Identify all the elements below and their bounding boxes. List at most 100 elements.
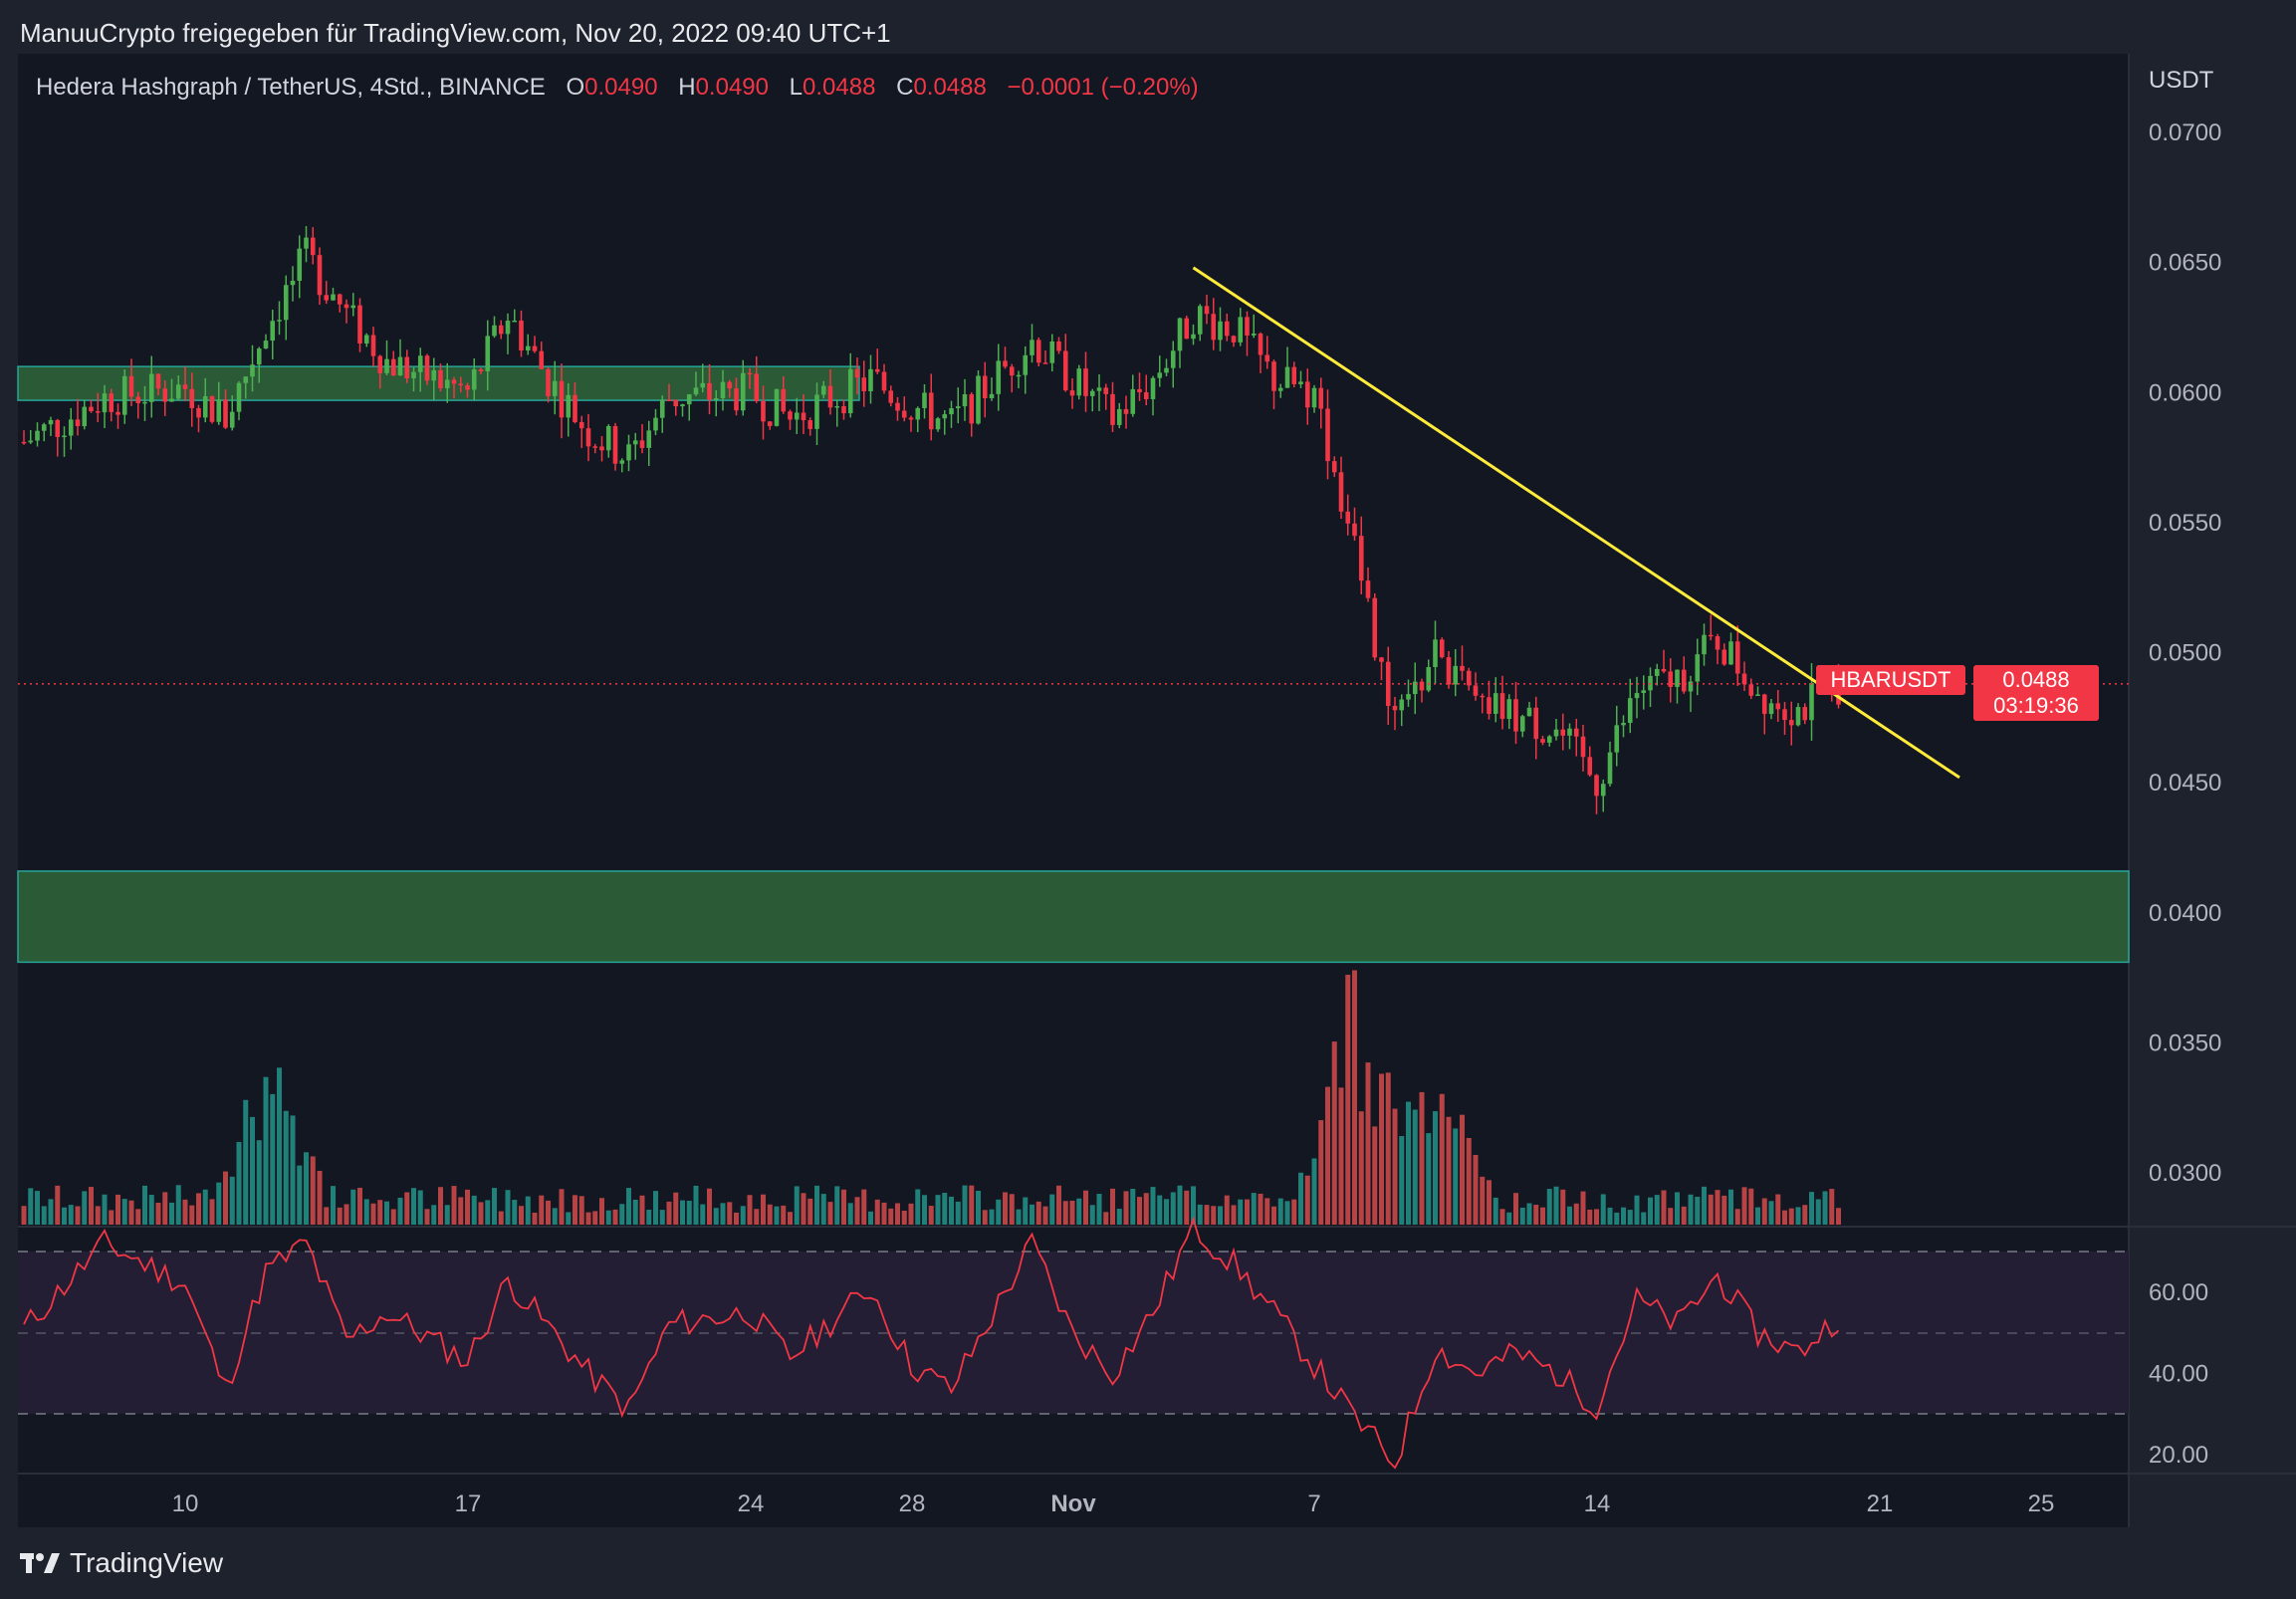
volume-bar [1331, 1041, 1337, 1225]
volume-bar [1688, 1194, 1694, 1225]
volume-bar [1035, 1201, 1041, 1225]
candle-body [1204, 306, 1210, 315]
candle-body [1049, 341, 1055, 363]
volume-bar [1419, 1091, 1425, 1225]
volume-bar [310, 1156, 316, 1225]
volume-bar [492, 1188, 497, 1225]
candle-body [384, 358, 389, 373]
volume-bar [1412, 1109, 1418, 1225]
volume-bar [1284, 1201, 1290, 1225]
candle-body [1406, 694, 1411, 700]
price-axis-unit: USDT [2149, 67, 2214, 94]
volume-bar [854, 1197, 860, 1225]
support-zone [17, 870, 2130, 964]
volume-bar [639, 1195, 645, 1225]
candle-body [1264, 354, 1270, 362]
volume-bar [1197, 1204, 1203, 1225]
candle-body [1809, 683, 1814, 721]
volume-bar [1238, 1199, 1244, 1225]
candle-body [68, 419, 74, 436]
volume-bar [874, 1199, 880, 1225]
volume-bar [1264, 1198, 1270, 1225]
candle-body [21, 441, 27, 444]
volume-bar [304, 1152, 309, 1225]
volume-bar [384, 1201, 389, 1225]
candle-body [1499, 693, 1505, 720]
candle-body [1318, 387, 1324, 409]
tradingview-logo-icon [20, 1553, 60, 1573]
volume-bar [1218, 1206, 1223, 1225]
volume-bar [754, 1209, 760, 1225]
volume-bar [646, 1210, 652, 1225]
chart-svg[interactable]: USDT 0.0700 0.0650 0.0600 0.0550 0.0500 0.0450… [0, 0, 2296, 1599]
candle-body [485, 336, 491, 371]
candle-body [82, 406, 88, 427]
tradingview-logo[interactable]: TradingView [20, 1547, 223, 1579]
volume-bar [512, 1200, 518, 1225]
candle-body [1164, 367, 1169, 373]
volume-bar [109, 1210, 115, 1225]
candle-body [1035, 340, 1041, 363]
candle-body [243, 376, 249, 383]
candle-body [807, 420, 813, 429]
volume-bar [135, 1209, 141, 1225]
symbol-legend: Hedera Hashgraph / TetherUS, 4Std., BINA… [36, 74, 1199, 102]
candle-body [95, 411, 101, 413]
candle-body [969, 394, 975, 424]
candle-body [861, 377, 867, 392]
candle-body [41, 424, 47, 431]
volume-bar [263, 1076, 269, 1225]
candle-body [814, 394, 819, 429]
volume-bar [566, 1212, 572, 1225]
candle-body [639, 440, 645, 448]
current-price-value: 0.0488 [2002, 667, 2070, 692]
time-tick-label: 25 [2028, 1490, 2055, 1517]
candle-body [754, 373, 760, 401]
volume-bar [546, 1200, 551, 1225]
candle-countdown: 03:19:36 [1993, 693, 2079, 718]
volume-bar [592, 1211, 598, 1225]
volume-bar [539, 1195, 545, 1225]
volume-bar [1755, 1207, 1760, 1225]
legend-high-label: H [678, 74, 696, 101]
volume-bar [1345, 975, 1351, 1225]
candle-body [1513, 699, 1518, 732]
volume-bar [331, 1186, 336, 1225]
candle-body [1258, 334, 1263, 355]
volume-bar [895, 1203, 900, 1225]
volume-bar [1245, 1199, 1250, 1225]
volume-bar [55, 1185, 61, 1225]
volume-bar [350, 1189, 356, 1225]
candle-body [1641, 690, 1647, 694]
candle-body [162, 388, 168, 402]
candle-body [774, 388, 780, 426]
candle-body [1325, 408, 1330, 462]
candle-body [109, 393, 115, 412]
price-axis[interactable]: USDT 0.0700 0.0650 0.0600 0.0550 0.0500 0.0450… [2149, 67, 2221, 1187]
volume-bar [1406, 1101, 1411, 1225]
candle-body [48, 419, 54, 425]
candle-body [1150, 377, 1156, 399]
candle-body [498, 325, 504, 335]
volume-bar [1150, 1187, 1156, 1225]
volume-bar [761, 1194, 766, 1225]
candle-body [740, 372, 746, 411]
volume-bar [720, 1203, 726, 1225]
candle-body [451, 379, 457, 384]
volume-bar [955, 1201, 961, 1225]
volume-bar [1433, 1111, 1438, 1225]
candle-body [546, 368, 551, 396]
volume-bar [1251, 1193, 1257, 1225]
volume-bar [1715, 1190, 1721, 1225]
volume-bar [498, 1211, 504, 1225]
volume-bar [1304, 1175, 1310, 1225]
price-tick-label: 0.0400 [2149, 900, 2221, 927]
candle-body [1567, 728, 1572, 736]
volume-bar [458, 1197, 464, 1225]
candle-body [612, 425, 618, 464]
price-tick-label: 0.0350 [2149, 1029, 2221, 1056]
volume-bar [1110, 1188, 1115, 1225]
volume-bar [1358, 1111, 1364, 1225]
candle-body [747, 372, 753, 375]
volume-bar [377, 1200, 383, 1225]
